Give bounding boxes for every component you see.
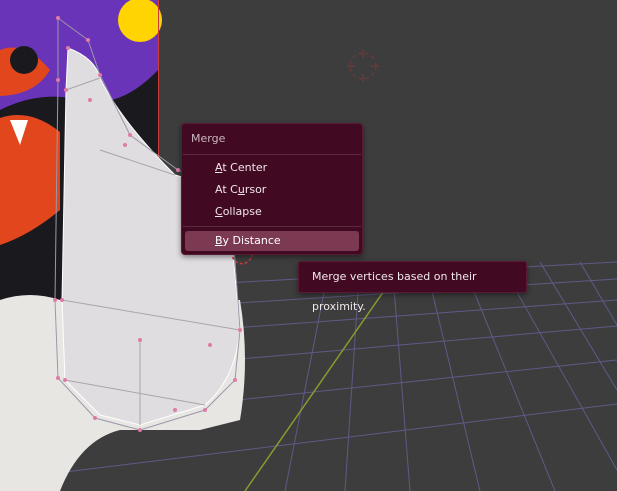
menu-divider — [183, 226, 361, 227]
menu-item-at-center[interactable]: At Center — [185, 158, 359, 178]
menu-title: Merge — [191, 132, 226, 145]
merge-menu: Merge At Center At Cursor Collapse By Di… — [181, 123, 363, 255]
menu-hotkey-letter: u — [237, 183, 245, 196]
menu-divider — [183, 154, 361, 155]
menu-hotkey-letter: C — [215, 205, 223, 218]
tooltip: Merge vertices based on their proximity. — [298, 261, 527, 313]
menu-item-at-cursor[interactable]: At Cursor — [185, 180, 359, 200]
menu-hotkey-letter: B — [215, 234, 223, 247]
menu-item-collapse[interactable]: Collapse — [185, 202, 359, 222]
menu-item-by-distance[interactable]: By Distance — [185, 231, 359, 251]
menu-hotkey-letter: A — [215, 161, 223, 174]
